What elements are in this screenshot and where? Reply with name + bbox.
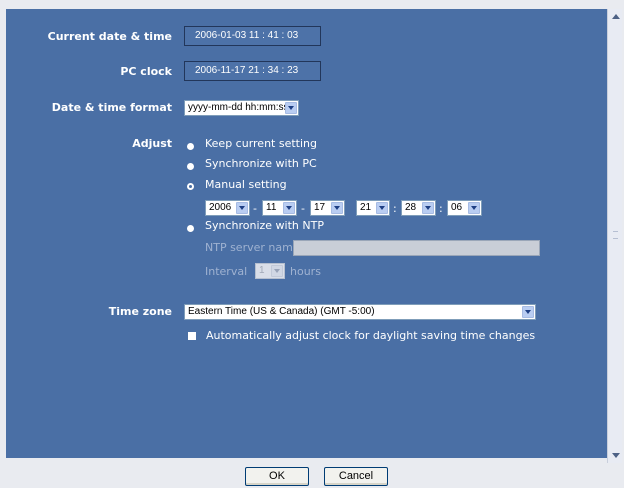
interval-label: Interval [205,265,248,278]
chevron-up-icon [611,14,620,19]
minute-select[interactable]: 28 [401,200,436,216]
chevron-down-icon[interactable] [285,102,297,114]
keep-current-label: Keep current setting [205,137,317,150]
timezone-select[interactable]: Eastern Time (US & Canada) (GMT -5:00) [184,304,536,320]
ntp-server-label: NTP server name [205,241,300,254]
date-separator: - [253,202,257,215]
minute-value: 28 [405,202,417,213]
date-format-select[interactable]: yyyy-mm-dd hh:mm:ss [184,100,299,116]
radio-sync-pc[interactable] [187,163,194,170]
interval-value: 1 [259,265,265,276]
day-select[interactable]: 17 [310,200,345,216]
chevron-down-icon[interactable] [331,202,343,214]
date-separator: - [301,202,305,215]
second-value: 06 [451,202,463,213]
chevron-down-icon[interactable] [422,202,434,214]
vertical-scrollbar[interactable] [607,9,622,463]
scroll-down-button[interactable] [608,448,623,463]
interval-unit: hours [290,265,321,278]
radio-sync-ntp[interactable] [187,225,194,232]
cancel-button[interactable]: Cancel [324,467,388,486]
radio-keep-current[interactable] [187,143,194,150]
year-select[interactable]: 2006 [205,200,250,216]
interval-select[interactable]: 1 [255,263,285,279]
time-separator: : [393,202,397,215]
year-value: 2006 [209,202,232,213]
ntp-server-input[interactable] [293,240,540,256]
current-datetime-field: 2006-01-03 11 : 41 : 03 [184,26,321,46]
pc-clock-field: 2006-11-17 21 : 34 : 23 [184,61,321,81]
month-select[interactable]: 11 [262,200,297,216]
pc-clock-label: PC clock [120,65,172,78]
current-datetime-label: Current date & time [47,30,172,43]
chevron-down-icon [611,453,620,458]
radio-manual-setting[interactable] [187,183,194,190]
scrollbar-grip[interactable] [613,231,618,239]
time-zone-label: Time zone [108,305,172,318]
chevron-down-icon[interactable] [236,202,248,214]
chevron-down-icon[interactable] [468,202,480,214]
chevron-down-icon[interactable] [271,265,283,277]
ok-button[interactable]: OK [245,467,309,486]
chevron-down-icon[interactable] [283,202,295,214]
hour-select[interactable]: 21 [356,200,390,216]
manual-setting-label: Manual setting [205,178,287,191]
month-value: 11 [266,202,277,213]
sync-pc-label: Synchronize with PC [205,157,317,170]
adjust-label: Adjust [132,137,172,150]
timezone-value: Eastern Time (US & Canada) (GMT -5:00) [188,306,375,317]
day-value: 17 [314,202,326,213]
dst-label: Automatically adjust clock for daylight … [206,329,536,342]
chevron-down-icon[interactable] [376,202,388,214]
time-separator: : [439,202,443,215]
dst-checkbox[interactable] [188,332,196,340]
page-frame: Current date & time PC clock Date & time… [0,0,624,488]
chevron-down-icon[interactable] [522,306,534,318]
second-select[interactable]: 06 [447,200,482,216]
sync-ntp-label: Synchronize with NTP [205,219,324,232]
hour-value: 21 [360,202,372,213]
scroll-up-button[interactable] [608,9,623,24]
date-format-value: yyyy-mm-dd hh:mm:ss [188,102,289,113]
format-label: Date & time format [51,101,172,114]
